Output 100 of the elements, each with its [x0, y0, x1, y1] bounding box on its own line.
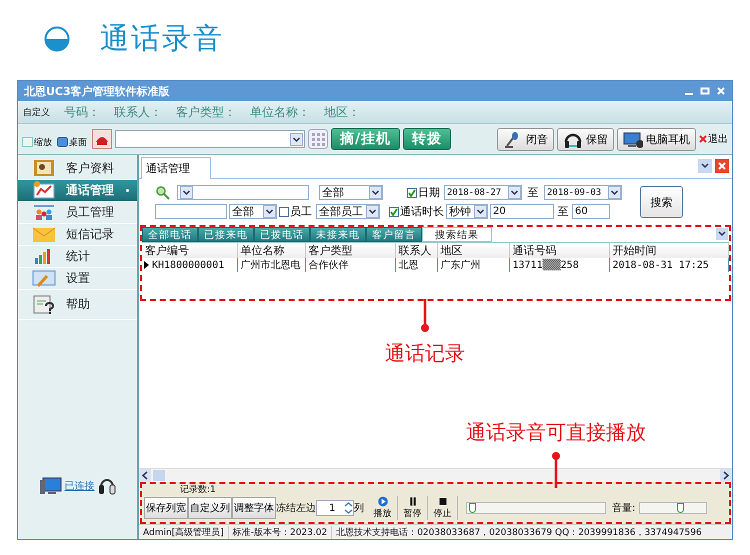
horizontal-scrollbar[interactable]	[139, 468, 732, 482]
tab[interactable]: 未接来电	[310, 227, 366, 242]
checkbox[interactable]: 通话时长	[389, 204, 444, 219]
page-title: 通话录音	[100, 20, 224, 57]
tab[interactable]: 已拨电话	[254, 227, 310, 242]
close-icon[interactable]	[715, 159, 729, 173]
toolbar-button[interactable]: 闭音	[497, 128, 554, 150]
grid-button[interactable]: 调整字体	[232, 497, 276, 519]
sidebar-item[interactable]: 设置	[18, 268, 137, 290]
table-cell: 2018-08-31 17:25	[609, 258, 728, 272]
table-cell: 北恩	[395, 258, 437, 272]
connection-status: 已连接	[64, 480, 94, 493]
envelope-icon	[32, 225, 56, 244]
table-cell: 广东广州	[437, 258, 509, 272]
people-icon	[32, 203, 56, 222]
record-count: 记录数:1	[179, 484, 217, 496]
grid-button[interactable]: 自定义列	[188, 497, 232, 519]
tab[interactable]: 已接来电	[198, 227, 254, 242]
zoom-toggle[interactable]: 缩放	[22, 136, 52, 148]
checkmark-icon	[408, 188, 416, 196]
status-text: Admin[高级管理员]	[139, 526, 229, 538]
dropdown-icon	[290, 132, 303, 146]
checkbox[interactable]: 日期	[407, 185, 440, 200]
sidebar-item[interactable]: 员工管理	[18, 202, 137, 224]
tab[interactable]: 全部电话	[142, 227, 198, 242]
computer-icon	[40, 476, 62, 496]
sidebar-item[interactable]: 通话管理	[18, 180, 137, 202]
dial-number-field[interactable]	[115, 130, 305, 148]
volume-slider[interactable]	[677, 503, 684, 513]
dropdown-icon	[366, 205, 379, 218]
table-row[interactable]: KH1800000001 广州市北恩电 合作伙伴 北恩 广东广州 13711▒▒▒258 2018-08-31 17:25	[142, 258, 728, 272]
sidebar-item[interactable]: 短信记录	[18, 224, 137, 246]
dropdown-icon	[180, 186, 193, 199]
sidebar-item[interactable]: 统计	[18, 246, 137, 268]
keypad-icon[interactable]	[308, 129, 328, 149]
exit-button[interactable]: 退出	[699, 132, 728, 146]
select-field[interactable]: 秒钟	[446, 204, 488, 219]
column-header[interactable]: 客户编号	[142, 243, 237, 258]
input-field[interactable]	[155, 204, 227, 219]
progress-slider[interactable]	[469, 503, 476, 513]
contact-card-icon	[32, 159, 56, 178]
select-field[interactable]: 全部员工	[316, 204, 380, 219]
search-combo[interactable]	[177, 185, 309, 200]
column-header[interactable]: 通话号码	[509, 243, 609, 258]
column-spinner[interactable]: 1	[316, 500, 354, 516]
select-field[interactable]: 全部	[229, 204, 277, 219]
table-cell: 合作伙伴	[305, 258, 395, 272]
column-header[interactable]: 地区	[437, 243, 509, 258]
column-header[interactable]: 单位名称	[237, 243, 305, 258]
scroll-left-icon[interactable]	[139, 469, 151, 482]
column-header[interactable]: 联系人	[395, 243, 437, 258]
column-unit: 列	[354, 502, 364, 515]
toolbar-button[interactable]: 电脑耳机	[617, 128, 696, 150]
dropdown-icon	[608, 186, 621, 199]
query-field-label: 地区：	[324, 104, 360, 120]
sidebar-item[interactable]: 帮助	[18, 290, 137, 320]
player-button[interactable]: 停止	[428, 496, 458, 520]
search-button[interactable]: 搜索	[640, 186, 683, 218]
column-header[interactable]: 开始时间	[609, 243, 728, 258]
zoom-icon	[22, 137, 33, 147]
grid-button[interactable]: 保存列宽	[144, 497, 188, 519]
search-icon	[155, 185, 171, 200]
input-field[interactable]: 20	[490, 204, 554, 219]
dropdown-icon	[263, 205, 276, 218]
checkbox[interactable]: 员工	[279, 204, 312, 219]
scroll-thumb[interactable]	[153, 469, 165, 482]
query-field-label: 客户类型：	[176, 104, 236, 120]
tab[interactable]: 搜索结果	[422, 227, 492, 242]
volume-label: 音量:	[612, 502, 636, 515]
annotation-label: 通话记录	[385, 341, 465, 365]
telephone-icon	[92, 129, 112, 149]
status-text: 标准-版本号：2023.02	[228, 526, 332, 538]
help-icon	[32, 295, 56, 314]
date-field[interactable]: 2018-09-03	[544, 185, 622, 200]
date-field[interactable]: 2018-08-27	[444, 185, 522, 200]
maximize-icon[interactable]	[700, 86, 710, 96]
toolbar-button[interactable]: 保留	[557, 128, 614, 150]
dropdown-icon	[474, 205, 487, 218]
tab[interactable]: 通话管理	[141, 157, 211, 179]
dropdown-icon[interactable]	[716, 228, 728, 240]
select-field[interactable]: 全部	[319, 185, 383, 200]
range-label: 至	[526, 185, 540, 200]
tab[interactable]: 客户留言	[366, 227, 422, 242]
desktop-icon	[57, 137, 68, 147]
desktop-toggle[interactable]: 桌面	[57, 136, 87, 148]
player-button[interactable]: 暂停	[398, 496, 428, 520]
table-cell: 13711▒▒▒258	[509, 258, 609, 272]
range-label: 至	[556, 204, 570, 219]
freeze-label: 冻结左边	[276, 502, 316, 515]
scroll-right-icon[interactable]	[720, 469, 732, 482]
table-cell: KH1800000001	[142, 258, 237, 272]
player-button[interactable]: 播放	[368, 496, 398, 520]
dropdown-icon[interactable]	[698, 159, 712, 173]
query-field-label: 单位名称：	[250, 104, 310, 120]
half-circle-icon	[44, 26, 70, 52]
column-header[interactable]: 客户类型	[305, 243, 395, 258]
computer-headset-icon	[623, 130, 643, 148]
input-field[interactable]: 60	[572, 204, 610, 219]
dropdown-icon	[508, 186, 521, 199]
close-icon[interactable]	[716, 86, 726, 96]
